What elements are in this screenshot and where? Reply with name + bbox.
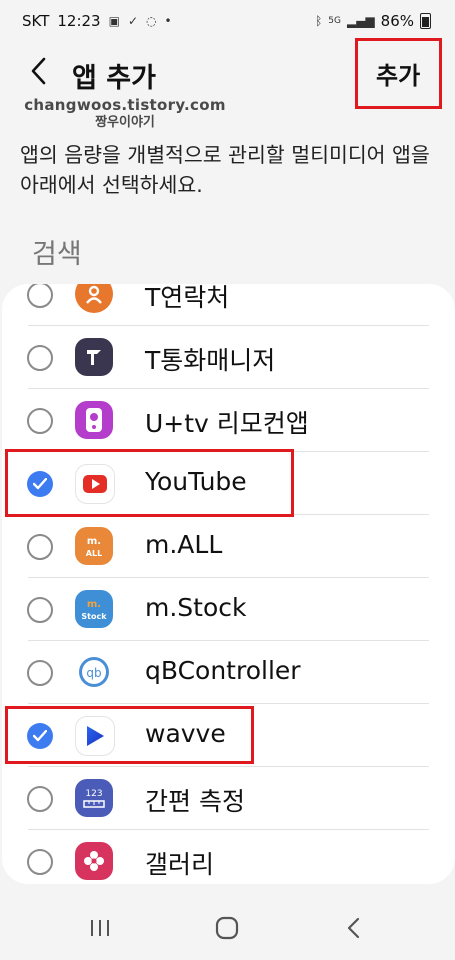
list-item[interactable]: 123 간편 측정 <box>2 767 455 830</box>
checkbox[interactable] <box>27 597 53 623</box>
app-label: m.ALL <box>145 530 223 559</box>
checkbox[interactable] <box>27 660 53 686</box>
recent-apps-icon <box>91 920 109 936</box>
time-label: 12:23 <box>57 12 101 30</box>
nav-back-button[interactable] <box>334 912 374 944</box>
home-icon <box>215 916 239 940</box>
network-type-label: 5G <box>328 16 341 26</box>
checkmark-icon <box>33 730 47 742</box>
app-label: U+tv 리모컨앱 <box>145 409 309 438</box>
checkbox-checked[interactable] <box>27 723 53 749</box>
gallery-icon <box>75 842 113 880</box>
description-text: 앱의 음량을 개별적으로 관리할 멀티미디어 앱을 아래에서 선택하세요. <box>20 143 430 197</box>
chevron-left-icon <box>347 917 360 939</box>
navigation-bar <box>0 896 455 960</box>
svg-text:Stock: Stock <box>81 612 107 621</box>
list-item[interactable]: m. Stock m.Stock <box>2 578 455 641</box>
app-list: T연락처 T통화매니저 U+tv 리모컨앱 YouTube m. ALL m.A… <box>2 284 455 884</box>
search-label[interactable]: 검색 <box>32 232 82 271</box>
app-label: T연락처 <box>145 284 230 312</box>
app-bar: 앱 추가 추가 <box>0 44 455 104</box>
page-title: 앱 추가 <box>72 63 156 94</box>
measure-icon: 123 <box>75 779 113 817</box>
list-item[interactable]: wavve <box>2 704 455 767</box>
wavve-icon <box>75 716 115 756</box>
watermark-url: changwoos.tistory.com <box>24 96 226 114</box>
m-all-icon: m. ALL <box>75 527 113 565</box>
remote-control-icon <box>75 401 113 439</box>
back-button[interactable] <box>26 54 56 94</box>
status-bar: SKT 12:23 ▣ ✓ ◌ • ᛒ 5G ▂▄▆ 86% <box>0 0 455 44</box>
checkbox[interactable] <box>27 786 53 812</box>
svg-text:123: 123 <box>85 789 102 799</box>
checkbox[interactable] <box>27 408 53 434</box>
app-label: qBController <box>145 656 301 685</box>
m-stock-icon: m. Stock <box>75 590 113 628</box>
list-item[interactable]: YouTube <box>2 452 455 515</box>
checkbox-checked[interactable] <box>27 471 53 497</box>
list-item[interactable]: qb qBController <box>2 641 455 704</box>
svg-text:qb: qb <box>86 666 101 680</box>
list-item[interactable]: m. ALL m.ALL <box>2 515 455 578</box>
youtube-icon <box>75 464 115 504</box>
checkmark-icon <box>33 478 47 490</box>
checkbox[interactable] <box>27 345 53 371</box>
t-call-manager-icon <box>75 338 113 376</box>
app-label: T통화매니저 <box>145 346 276 375</box>
qbcontroller-icon: qb <box>75 653 113 691</box>
list-item[interactable]: 갤러리 <box>2 830 455 884</box>
app-label: m.Stock <box>145 593 247 622</box>
app-label: YouTube <box>145 467 247 496</box>
carrier-label: SKT <box>22 12 50 30</box>
watermark-name: 짱우이야기 <box>95 115 155 130</box>
battery-icon <box>420 13 431 29</box>
svg-text:ALL: ALL <box>86 549 102 558</box>
list-item[interactable]: T연락처 <box>2 284 455 326</box>
gallery-notification-icon: ▣ <box>108 14 120 28</box>
svg-text:m.: m. <box>87 536 101 547</box>
battery-percent: 86% <box>380 12 414 30</box>
sync-notification-icon: ◌ <box>146 14 157 28</box>
bluetooth-icon: ᛒ <box>315 14 323 28</box>
home-button[interactable] <box>207 912 247 944</box>
app-notification-icon: ✓ <box>127 14 138 28</box>
checkbox[interactable] <box>27 534 53 560</box>
list-item[interactable]: T통화매니저 <box>2 326 455 389</box>
checkbox[interactable] <box>27 849 53 875</box>
watermark: changwoos.tistory.com 짱우이야기 <box>20 96 230 132</box>
chevron-left-icon <box>31 57 46 85</box>
list-item[interactable]: U+tv 리모컨앱 <box>2 389 455 452</box>
add-button[interactable]: 추가 <box>376 56 420 91</box>
svg-text:m.: m. <box>87 599 101 610</box>
signal-icon: ▂▄▆ <box>346 14 375 28</box>
app-label: 간편 측정 <box>145 787 245 816</box>
recent-apps-button[interactable] <box>80 912 120 944</box>
t-contacts-icon <box>75 284 113 313</box>
app-label: wavve <box>145 719 226 748</box>
app-label: 갤러리 <box>145 850 215 879</box>
checkbox[interactable] <box>27 284 53 308</box>
more-notifications-icon: • <box>164 14 172 28</box>
